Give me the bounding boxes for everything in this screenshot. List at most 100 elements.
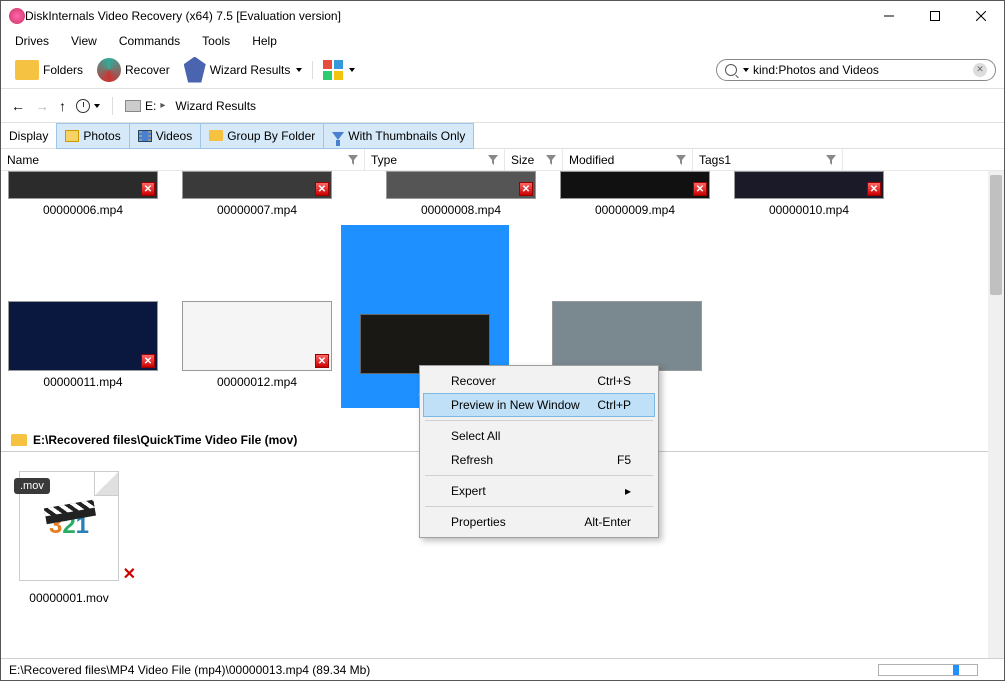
col-modified[interactable]: Modified: [563, 149, 693, 170]
folders-label: Folders: [43, 63, 83, 77]
file-item[interactable]: ✕00000007.mp4: [179, 171, 335, 217]
file-item[interactable]: ✕ 00000010.mp4: [731, 171, 887, 217]
minimize-button[interactable]: [866, 1, 912, 31]
col-type[interactable]: Type: [365, 149, 505, 170]
file-item[interactable]: [549, 301, 705, 371]
cm-select-all[interactable]: Select All: [423, 424, 655, 448]
crumb-drive[interactable]: E:▸: [125, 99, 165, 113]
filter-thumbnails-only[interactable]: With Thumbnails Only: [324, 123, 474, 149]
folder-icon: [15, 60, 39, 80]
page-fold-icon: [94, 472, 118, 496]
separator: [312, 61, 313, 79]
separator: [425, 506, 653, 507]
close-button[interactable]: [958, 1, 1004, 31]
crumb-location[interactable]: Wizard Results: [175, 99, 256, 113]
drive-icon: [125, 100, 141, 112]
recover-label: Recover: [125, 63, 170, 77]
menu-commands[interactable]: Commands: [115, 32, 184, 50]
file-label: 00000010.mp4: [769, 203, 849, 217]
cm-preview[interactable]: Preview in New Window Ctrl+P: [423, 393, 655, 417]
cm-properties[interactable]: PropertiesAlt-Enter: [423, 510, 655, 534]
filter-videos[interactable]: Videos: [130, 123, 201, 149]
window-controls: [866, 1, 1004, 31]
funnel-icon[interactable]: [826, 155, 836, 165]
cm-label: Expert: [451, 484, 486, 498]
funnel-icon[interactable]: [348, 155, 358, 165]
crumb-location-label: Wizard Results: [175, 99, 256, 113]
cm-recover[interactable]: RecoverCtrl+S: [423, 369, 655, 393]
chevron-down-icon: [296, 68, 302, 72]
file-item[interactable]: ✕00000006.mp4: [5, 171, 161, 217]
col-tags1-label: Tags1: [699, 153, 731, 167]
chevron-down-icon: [349, 68, 355, 72]
col-tags1[interactable]: Tags1: [693, 149, 843, 170]
file-item[interactable]: ✕00000008.mp4: [383, 171, 539, 217]
broken-icon: ✕: [867, 182, 881, 196]
thumb-row: ✕00000006.mp4 ✕00000007.mp4 ✕00000008.mp…: [1, 171, 988, 225]
window-title: DiskInternals Video Recovery (x64) 7.5 […: [25, 9, 866, 23]
file-item[interactable]: ✕00000011.mp4: [5, 301, 161, 389]
col-name-label: Name: [7, 153, 39, 167]
submenu-arrow-icon: ▸: [625, 484, 631, 498]
thumbnail: ✕: [8, 171, 158, 199]
funnel-icon[interactable]: [676, 155, 686, 165]
maximize-button[interactable]: [912, 1, 958, 31]
search-input[interactable]: [753, 63, 969, 77]
thumbnail: ✕: [182, 171, 332, 199]
menu-drives[interactable]: Drives: [11, 32, 53, 50]
cm-label: Refresh: [451, 453, 493, 467]
forward-button[interactable]: →: [35, 98, 49, 114]
filter-group-by-folder[interactable]: Group By Folder: [201, 123, 324, 149]
broken-icon: ✕: [141, 354, 155, 368]
filter-videos-label: Videos: [156, 129, 192, 143]
thumbnail: ✕: [386, 171, 536, 199]
filter-photos[interactable]: Photos: [56, 123, 129, 149]
cm-shortcut: Ctrl+S: [597, 374, 631, 388]
recover-icon: [97, 58, 121, 82]
funnel-icon: [332, 132, 344, 140]
funnel-icon[interactable]: [546, 155, 556, 165]
history-button[interactable]: [76, 99, 100, 113]
col-size-label: Size: [511, 153, 534, 167]
broken-icon: ✕: [141, 182, 155, 196]
wizard-results-button[interactable]: Wizard Results: [178, 54, 309, 86]
cm-label: Preview in New Window: [451, 398, 580, 412]
cm-expert[interactable]: Expert ▸: [423, 479, 655, 503]
history-icon: [76, 99, 90, 113]
file-item[interactable]: ✕00000012.mp4: [179, 301, 335, 389]
up-button[interactable]: ↑: [59, 98, 66, 114]
broken-icon: ✕: [315, 354, 329, 368]
file-item[interactable]: ✕ 00000009.mp4: [557, 171, 713, 217]
filter-group-label: Group By Folder: [227, 129, 315, 143]
funnel-icon[interactable]: [488, 155, 498, 165]
broken-icon: ✕: [693, 182, 707, 196]
context-menu: RecoverCtrl+S Preview in New Window Ctrl+…: [419, 365, 659, 538]
photos-icon: [65, 130, 79, 142]
menu-help[interactable]: Help: [248, 32, 281, 50]
scrollbar-thumb[interactable]: [990, 175, 1002, 295]
file-item[interactable]: .mov 321 ✕ 00000001.mov: [19, 471, 119, 605]
view-mode-button[interactable]: [317, 54, 361, 86]
cm-label: Select All: [451, 429, 500, 443]
toolbar: Folders Recover Wizard Results ✕: [1, 51, 1004, 89]
folder-group-header[interactable]: E:\Recovered files\QuickTime Video File …: [5, 429, 303, 451]
file-label: 00000009.mp4: [595, 203, 675, 217]
app-icon: [9, 8, 25, 24]
folders-button[interactable]: Folders: [9, 54, 89, 86]
file-label: 00000001.mov: [29, 591, 108, 605]
col-name[interactable]: Name: [1, 149, 365, 170]
cm-refresh[interactable]: Refresh F5: [423, 448, 655, 472]
recover-button[interactable]: Recover: [91, 54, 176, 86]
clear-search-icon[interactable]: ✕: [973, 63, 987, 77]
back-button[interactable]: ←: [11, 98, 25, 114]
cm-shortcut: Ctrl+P: [597, 398, 631, 412]
filter-thumbs-label: With Thumbnails Only: [348, 129, 465, 143]
menu-view[interactable]: View: [67, 32, 101, 50]
menu-tools[interactable]: Tools: [198, 32, 234, 50]
col-size[interactable]: Size: [505, 149, 563, 170]
cm-shortcut: F5: [617, 453, 631, 467]
vertical-scrollbar[interactable]: [988, 171, 1004, 660]
crumb-drive-label: E:: [145, 99, 156, 113]
search-box[interactable]: ✕: [716, 59, 996, 81]
chevron-down-icon[interactable]: [743, 68, 749, 72]
